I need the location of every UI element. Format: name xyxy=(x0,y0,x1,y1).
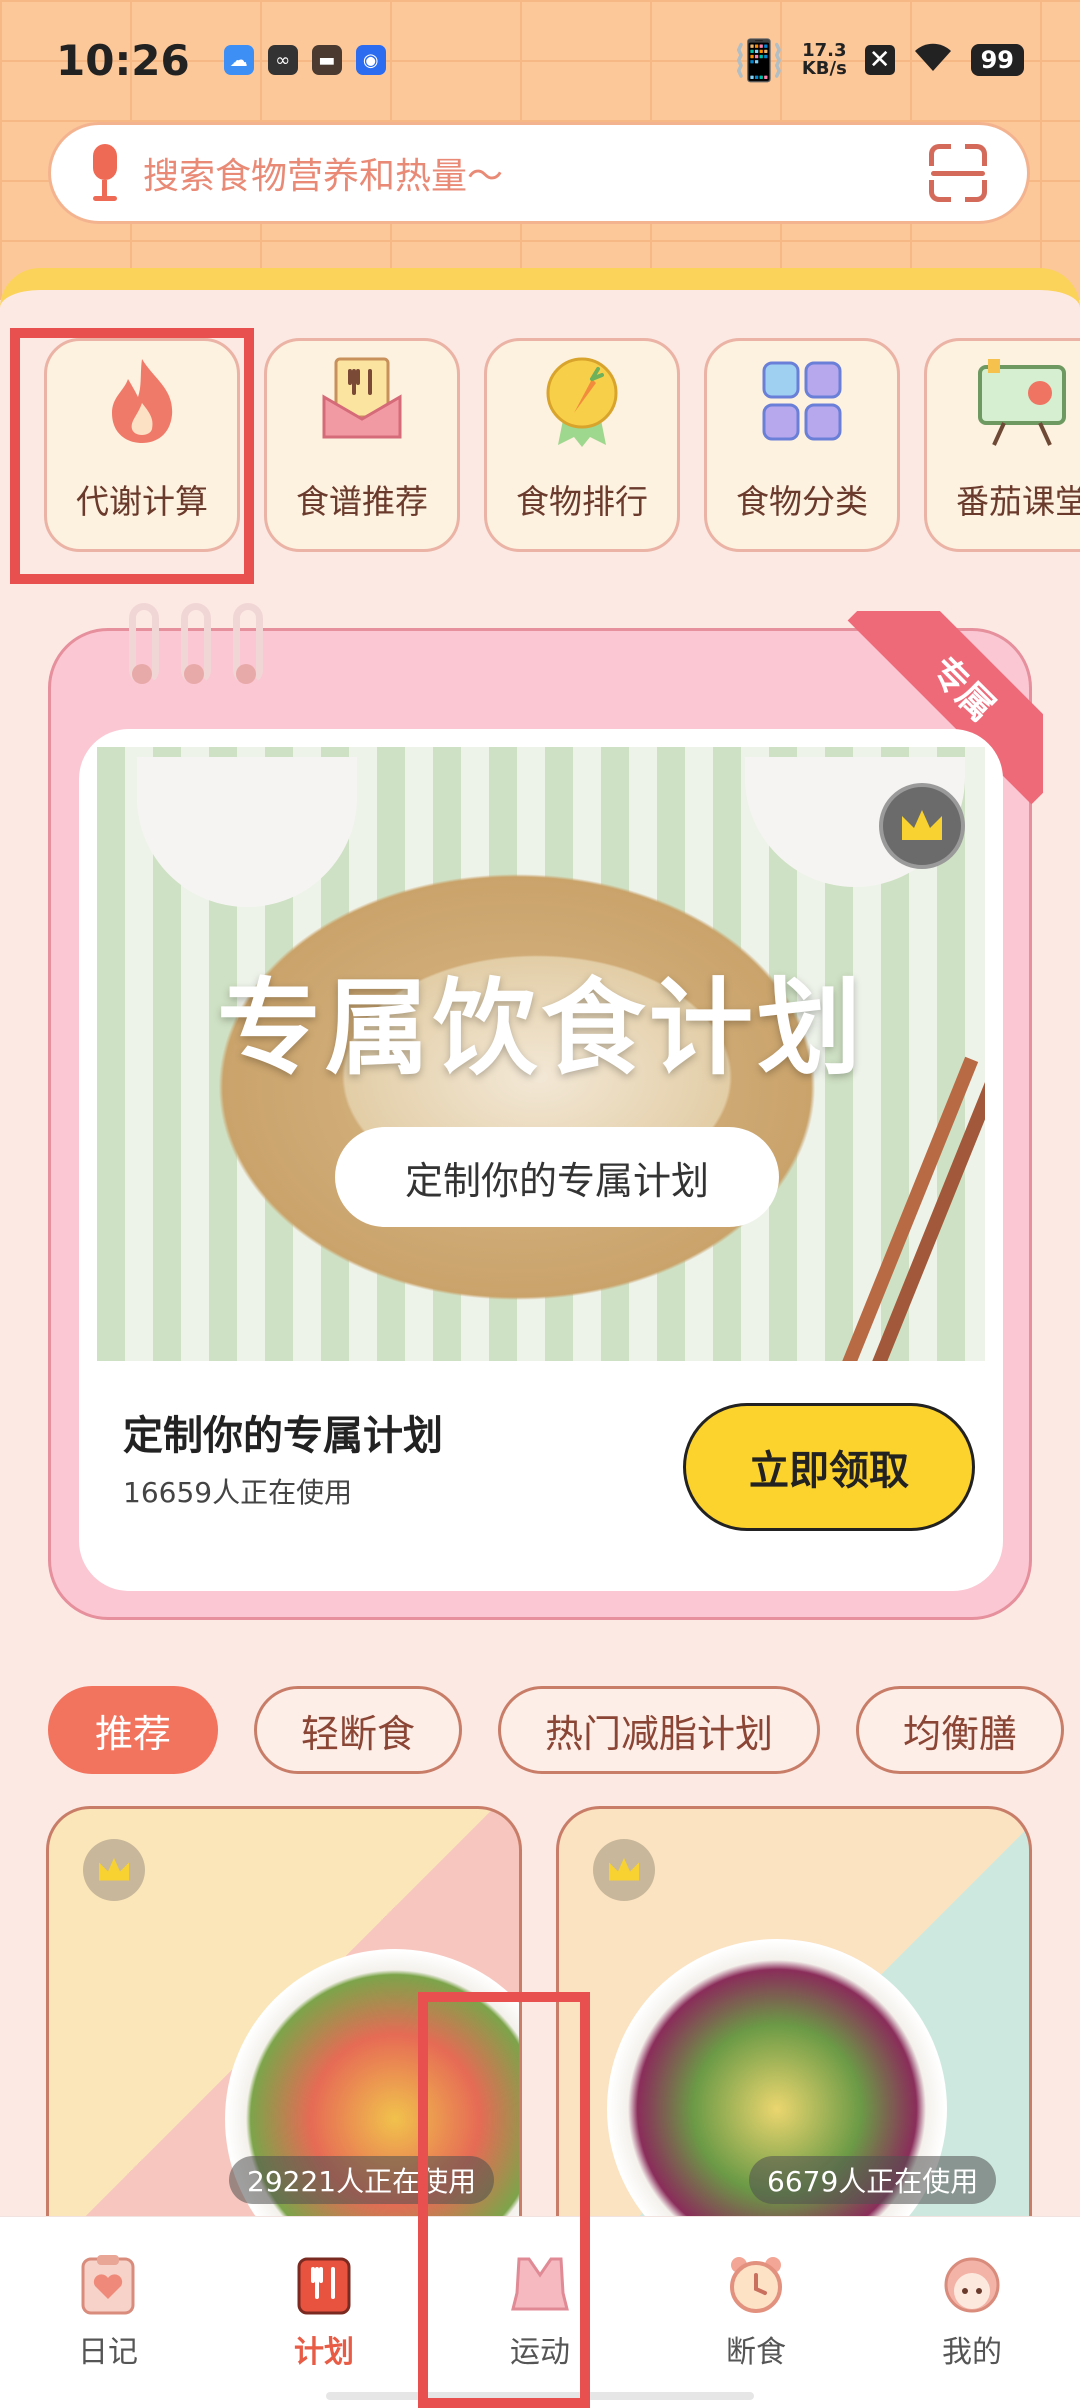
plan-inner-card: 专属饮食计划 定制你的专属计划 定制你的专属计划 16659人正在使用 立即领取 xyxy=(79,729,1003,1591)
wifi-icon xyxy=(913,37,953,83)
search-input[interactable]: 搜索食物营养和热量～ xyxy=(143,147,925,199)
link-app-icon: ∞ xyxy=(267,45,298,75)
plan-title: 定制你的专属计划 xyxy=(123,1413,443,1459)
network-speed: 17.3 KB/s xyxy=(802,42,847,78)
category-tabs: 推荐 轻断食 热门减脂计划 均衡膳 xyxy=(48,1686,1065,1774)
status-right-group: 📳 17.3 KB/s ✕ 99 xyxy=(734,37,1024,84)
vip-crown-icon xyxy=(879,783,965,869)
plan-banner-image[interactable]: 专属饮食计划 定制你的专属计划 xyxy=(97,747,985,1361)
tab-fat-loss-plans[interactable]: 热门减脂计划 xyxy=(498,1686,821,1774)
microphone-icon[interactable] xyxy=(87,144,121,202)
quick-action-label: 食物分类 xyxy=(736,482,868,521)
net-speed-unit: KB/s xyxy=(801,58,847,79)
claim-now-button[interactable]: 立即领取 xyxy=(683,1403,975,1531)
nav-label: 计划 xyxy=(294,2335,354,2370)
vip-crown-icon xyxy=(83,1839,145,1901)
quick-action-ranking[interactable]: 食物排行 xyxy=(484,338,680,552)
nav-mine[interactable]: 我的 xyxy=(882,2253,1062,2371)
customize-plan-button[interactable]: 定制你的专属计划 xyxy=(335,1127,779,1227)
tab-recommend[interactable]: 推荐 xyxy=(48,1686,219,1774)
quick-action-label: 食谱推荐 xyxy=(296,482,428,521)
board-icon xyxy=(974,353,1070,449)
quick-action-class[interactable]: 番茄课堂 xyxy=(924,338,1080,552)
nav-label: 断食 xyxy=(726,2335,786,2370)
chopstick-graphic xyxy=(867,1056,985,1361)
exclusive-plan-card[interactable]: 专属 专属饮食计划 定制你的专属计划 定制你的专属计划 16659人正在使用 立… xyxy=(48,603,1043,1620)
nav-diary[interactable]: 日记 xyxy=(18,2253,198,2371)
status-bar: 10:26 ☁ ∞ ▬ ◉ 📳 17.3 KB/s ✕ 99 xyxy=(0,0,1080,120)
nav-fasting[interactable]: 断食 xyxy=(666,2253,846,2371)
grid-icon xyxy=(754,353,850,449)
vibrate-icon: 📳 xyxy=(734,37,784,84)
clipboard-heart-icon xyxy=(77,2253,139,2315)
quick-action-recipes[interactable]: 食谱推荐 xyxy=(264,338,460,552)
tab-light-fasting[interactable]: 轻断食 xyxy=(254,1686,463,1774)
recipe-icon xyxy=(314,353,410,449)
battery-indicator: 99 xyxy=(970,44,1024,76)
avatar-icon xyxy=(941,2253,1003,2315)
tab-balanced-diet[interactable]: 均衡膳 xyxy=(856,1686,1065,1774)
status-time: 10:26 xyxy=(56,35,190,85)
search-bar[interactable]: 搜索食物营养和热量～ xyxy=(48,122,1030,224)
target-app-icon: ◉ xyxy=(355,45,386,75)
wallet-app-icon: ▬ xyxy=(311,45,342,75)
sim-off-icon: ✕ xyxy=(864,45,895,75)
alarm-clock-icon xyxy=(725,2253,787,2315)
notebook-rings xyxy=(129,603,263,685)
nav-label: 我的 xyxy=(942,2335,1002,2370)
plan-banner-title: 专属饮食计划 xyxy=(216,967,865,1089)
medal-carrot-icon xyxy=(534,353,630,449)
highlight-box-exercise xyxy=(418,1992,590,2408)
recipe-card[interactable]: 6679人正在使用 xyxy=(556,1806,1032,2226)
scan-icon[interactable] xyxy=(925,140,991,206)
nav-plan[interactable]: 计划 xyxy=(234,2253,414,2371)
plan-user-count: 16659人正在使用 xyxy=(123,1476,353,1509)
quick-action-category[interactable]: 食物分类 xyxy=(704,338,900,552)
nav-label: 日记 xyxy=(78,2335,138,2370)
highlight-box-metabolism xyxy=(10,328,254,584)
quick-action-label: 番茄课堂 xyxy=(956,482,1080,521)
cup-graphic xyxy=(137,757,357,907)
menu-plan-icon xyxy=(293,2253,355,2315)
weather-app-icon: ☁ xyxy=(223,45,254,75)
vip-crown-icon xyxy=(593,1839,655,1901)
quick-action-label: 食物排行 xyxy=(516,482,648,521)
chopstick-graphic xyxy=(837,1056,979,1361)
recipe-user-count: 6679人正在使用 xyxy=(749,2156,997,2204)
